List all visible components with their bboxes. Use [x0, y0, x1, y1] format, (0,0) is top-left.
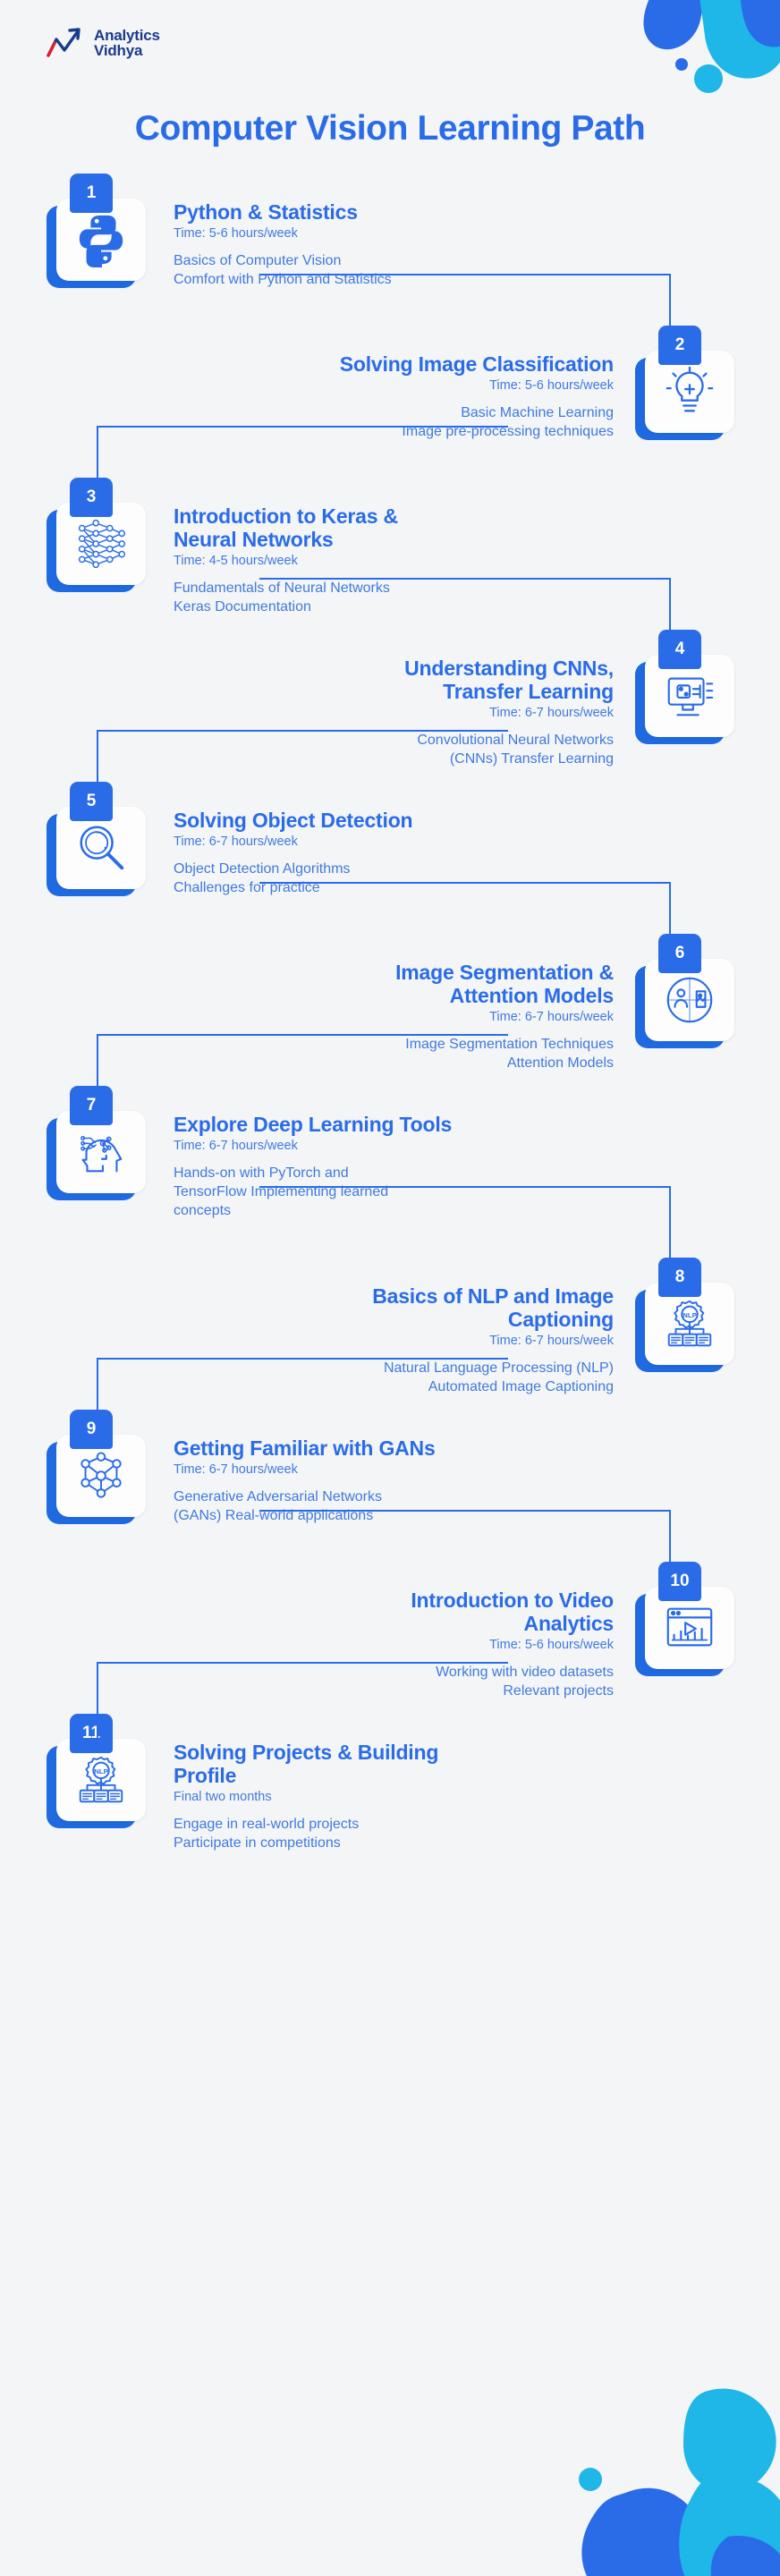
step-content: 3 Introduction to Keras & Neural Networks T… — [0, 478, 780, 617]
step-icon-card[interactable]: 4 — [635, 630, 735, 744]
step-time: Time: 6-7 hours/week — [174, 1462, 298, 1478]
step-time: Time: 5-6 hours/week — [174, 226, 298, 242]
step-title: Image Segmentation & Attention Models — [395, 961, 614, 1008]
step-description: Generative Adversarial Networks (GANs) Re… — [174, 1489, 382, 1524]
step-11: NLP 11 Solving Projects & Building Profile F… — [0, 1714, 780, 1880]
step-title: Introduction to Video Analytics — [411, 1589, 614, 1636]
step-time: Final two months — [174, 1790, 272, 1805]
step-content: NLP 8 Basics of NLP and Image Captioning Tim… — [0, 1258, 780, 1397]
step-number-badge: 4 — [658, 630, 701, 669]
step-3: 3 Introduction to Keras & Neural Networks T… — [0, 478, 780, 644]
learning-path-steps: 1 Python & Statistics Time: 5-6 hours/week… — [0, 174, 780, 1880]
step-title: Python & Statistics — [174, 200, 358, 224]
step-description: Basic Machine Learning Image pre-processi… — [402, 405, 614, 440]
step-icon-card[interactable]: NLP 11 — [47, 1714, 147, 1828]
step-text: Solving Image Classification Time: 5-6 ho… — [0, 340, 614, 442]
infographic-page: Analytics Vidhya Computer Vision Learnin… — [0, 0, 780, 2576]
step-time: Time: 6-7 hours/week — [174, 835, 298, 850]
step-number-badge: 1 — [70, 174, 113, 213]
step-content: 1 Python & Statistics Time: 5-6 hours/week… — [0, 174, 780, 290]
step-5: 5 Solving Object Detection Time: 6-7 hours… — [0, 782, 780, 948]
decorative-blob-bottom-right — [579, 2388, 780, 2576]
step-text: Basics of NLP and Image Captioning Time: 6… — [0, 1272, 614, 1397]
step-content: 4 Understanding CNNs, Transfer Learning Tim… — [0, 630, 780, 769]
step-4: 4 Understanding CNNs, Transfer Learning Tim… — [0, 630, 780, 796]
step-time: Time: 6-7 hours/week — [489, 1334, 614, 1349]
step-description: Object Detection Algorithms Challenges fo… — [174, 861, 351, 896]
step-number-badge: 2 — [658, 326, 701, 365]
step-title: Solving Image Classification — [339, 352, 614, 376]
step-number-badge: 11 — [70, 1714, 113, 1753]
step-icon-card[interactable]: 10 — [635, 1562, 735, 1676]
step-content: 9 Getting Familiar with GANs Time: 6-7 hou… — [0, 1410, 780, 1526]
brand-logo: Analytics Vidhya — [47, 27, 160, 59]
step-title: Getting Familiar with GANs — [174, 1436, 436, 1460]
step-title: Solving Projects & Building Profile — [174, 1741, 439, 1788]
step-content: NLP 11 Solving Projects & Building Profile F… — [0, 1714, 780, 1853]
step-content: 6 Image Segmentation & Attention Models Tim… — [0, 934, 780, 1073]
step-text: Image Segmentation & Attention Models Time… — [0, 948, 614, 1073]
brand-name-line2: Vidhya — [94, 42, 143, 59]
svg-text:NLP: NLP — [94, 1767, 108, 1775]
step-title: Basics of NLP and Image Captioning — [372, 1284, 614, 1332]
step-time: Time: 6-7 hours/week — [174, 1139, 298, 1154]
step-icon-card[interactable]: 6 — [635, 934, 735, 1048]
step-8: NLP 8 Basics of NLP and Image Captioning Tim… — [0, 1258, 780, 1424]
step-number-badge: 10 — [658, 1562, 701, 1601]
step-number-badge: 7 — [70, 1086, 113, 1125]
step-title: Solving Object Detection — [174, 809, 413, 832]
step-icon-card[interactable]: 3 — [47, 478, 147, 592]
step-text: Solving Projects & Building Profile Final … — [174, 1728, 780, 1853]
step-icon-card[interactable]: 9 — [47, 1410, 147, 1524]
step-number-badge: 6 — [658, 934, 701, 973]
step-number-badge: 5 — [70, 782, 113, 821]
step-description: Basics of Computer Vision Comfort with Py… — [174, 253, 392, 288]
page-title: Computer Vision Learning Path — [134, 109, 646, 148]
svg-text:NLP: NLP — [682, 1311, 697, 1319]
step-content: 5 Solving Object Detection Time: 6-7 hours… — [0, 782, 780, 898]
step-7: 7 Explore Deep Learning Tools Time: 6-7 ho… — [0, 1086, 780, 1272]
step-number-badge: 9 — [70, 1410, 113, 1449]
step-description: Engage in real-world projects Participate… — [174, 1817, 360, 1852]
step-1: 1 Python & Statistics Time: 5-6 hours/week… — [0, 174, 780, 340]
step-time: Time: 5-6 hours/week — [489, 378, 614, 394]
step-description: Convolutional Neural Networks (CNNs) Tran… — [417, 733, 614, 767]
brand-name-line1: Analytics — [94, 26, 160, 44]
step-time: Time: 4-5 hours/week — [174, 554, 298, 569]
step-content: 2 Solving Image Classification Time: 5-6 h… — [0, 326, 780, 442]
step-2: 2 Solving Image Classification Time: 5-6 h… — [0, 326, 780, 492]
step-description: Natural Language Processing (NLP) Automat… — [383, 1360, 614, 1395]
step-content: 7 Explore Deep Learning Tools Time: 6-7 ho… — [0, 1086, 780, 1221]
step-time: Time: 6-7 hours/week — [489, 1010, 614, 1025]
step-icon-card[interactable]: NLP 8 — [635, 1258, 735, 1372]
step-number-badge: 8 — [658, 1258, 701, 1297]
step-text: Understanding CNNs, Transfer Learning Time… — [0, 644, 614, 769]
step-text: Introduction to Keras & Neural Networks Ti… — [174, 492, 780, 617]
step-icon-card[interactable]: 7 — [47, 1086, 147, 1200]
step-text: Explore Deep Learning Tools Time: 6-7 hou… — [174, 1100, 780, 1221]
step-description: Hands-on with PyTorch and TensorFlow Impl… — [174, 1165, 389, 1218]
step-text: Introduction to Video Analytics Time: 5-6 … — [0, 1576, 614, 1701]
trending-arrow-icon — [47, 28, 81, 57]
step-6: 6 Image Segmentation & Attention Models Tim… — [0, 934, 780, 1100]
step-title: Introduction to Keras & Neural Networks — [174, 504, 398, 552]
step-icon-card[interactable]: 5 — [47, 782, 147, 896]
step-title: Explore Deep Learning Tools — [174, 1113, 453, 1136]
step-text: Solving Object Detection Time: 6-7 hours/… — [174, 796, 780, 898]
step-title: Understanding CNNs, Transfer Learning — [404, 657, 614, 704]
step-description: Fundamentals of Neural Networks Keras Doc… — [174, 580, 390, 615]
step-description: Working with video datasets Relevant proj… — [436, 1665, 614, 1699]
step-icon-card[interactable]: 1 — [47, 174, 147, 288]
step-text: Python & Statistics Time: 5-6 hours/week B… — [174, 188, 780, 290]
step-icon-card[interactable]: 2 — [635, 326, 735, 440]
step-description: Image Segmentation Techniques Attention M… — [405, 1037, 614, 1072]
step-9: 9 Getting Familiar with GANs Time: 6-7 hou… — [0, 1410, 780, 1576]
step-number-badge: 3 — [70, 478, 113, 517]
step-time: Time: 5-6 hours/week — [489, 1638, 614, 1653]
step-time: Time: 6-7 hours/week — [489, 706, 614, 721]
step-content: 10 Introduction to Video Analytics Time: 5-… — [0, 1562, 780, 1701]
brand-name: Analytics Vidhya — [94, 28, 160, 59]
step-10: 10 Introduction to Video Analytics Time: 5-… — [0, 1562, 780, 1728]
step-text: Getting Familiar with GANs Time: 6-7 hour… — [174, 1424, 780, 1526]
